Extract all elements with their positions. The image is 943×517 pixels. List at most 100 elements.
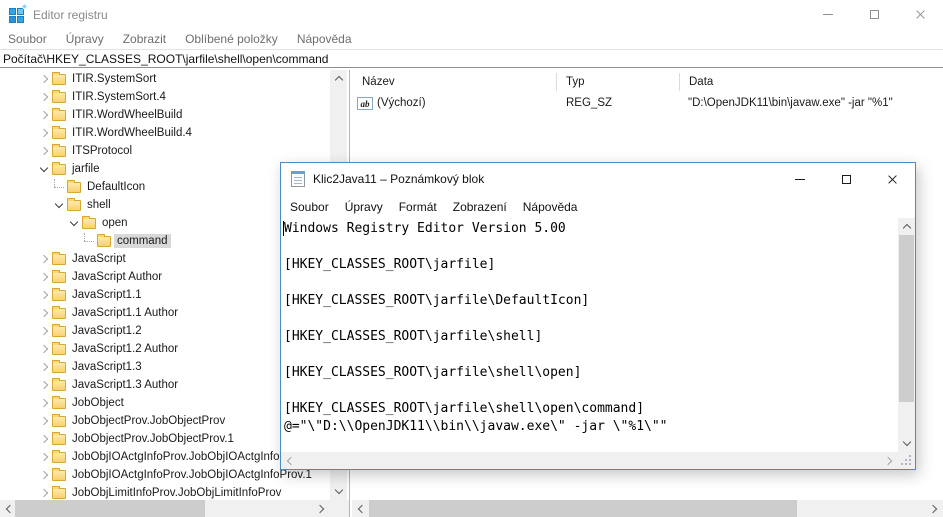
tree-item-label: JobObjIOActgInfoProv.JobObjIOActgInfoPro…	[72, 451, 304, 463]
chevron-collapsed-icon[interactable]	[36, 287, 52, 303]
chevron-collapsed-icon[interactable]	[36, 89, 52, 105]
tree-item-label: ITSProtocol	[72, 145, 133, 157]
menu-item[interactable]: Úpravy	[345, 200, 383, 214]
values-horizontal-scrollbar[interactable]	[352, 500, 943, 517]
tree-item[interactable]: ITIR.WordWheelBuild.4	[0, 124, 330, 142]
chevron-collapsed-icon[interactable]	[36, 359, 52, 375]
regedit-window-controls	[805, 0, 943, 29]
menu-item[interactable]: Formát	[399, 200, 437, 214]
folder-icon	[52, 467, 66, 481]
scrollbar-thumb[interactable]	[899, 235, 914, 402]
scrollbar-corner	[330, 500, 349, 517]
scrollbar-thumb[interactable]	[15, 500, 205, 517]
folder-icon	[52, 485, 66, 499]
column-header-data[interactable]: Data	[679, 70, 943, 94]
scrollbar-thumb[interactable]	[369, 500, 797, 517]
folder-icon	[52, 305, 66, 319]
tree-item-label: JavaScript1.2	[72, 325, 142, 337]
tree-item-label: open	[102, 217, 128, 229]
tree-item[interactable]: JobObjLimitInfoProv.JobObjLimitInfoProv	[0, 484, 330, 500]
folder-icon	[52, 449, 66, 463]
column-header-name[interactable]: Název	[352, 70, 556, 94]
chevron-expanded-icon[interactable]	[51, 197, 67, 213]
registry-value-row[interactable]: ab (Výchozí) REG_SZ "D:\OpenJDK11\bin\ja…	[352, 96, 943, 114]
tree-item-label: JobObjLimitInfoProv.JobObjLimitInfoProv	[72, 487, 282, 499]
scroll-up-icon[interactable]	[898, 218, 915, 235]
tree-item[interactable]: ITSProtocol	[0, 142, 330, 160]
chevron-collapsed-icon[interactable]	[36, 341, 52, 357]
menu-item[interactable]: Soubor	[290, 200, 329, 214]
chevron-collapsed-icon[interactable]	[36, 431, 52, 447]
text-caret	[283, 221, 284, 236]
tree-horizontal-scrollbar[interactable]	[0, 500, 330, 517]
chevron-collapsed-icon[interactable]	[36, 143, 52, 159]
chevron-expanded-icon[interactable]	[66, 215, 82, 231]
folder-icon	[52, 359, 66, 373]
chevron-collapsed-icon[interactable]	[36, 449, 52, 465]
notepad-vertical-scrollbar[interactable]	[898, 218, 915, 452]
notepad-window: Klic2Java11 – Poznámkový blok Soubor Úpra…	[280, 162, 916, 470]
maximize-icon[interactable]	[851, 0, 897, 29]
folder-icon	[67, 179, 81, 193]
chevron-collapsed-icon[interactable]	[36, 107, 52, 123]
menu-item[interactable]: Zobrazit	[123, 32, 166, 46]
folder-icon	[52, 287, 66, 301]
menu-item[interactable]: Nápověda	[523, 200, 578, 214]
scroll-left-icon[interactable]	[352, 500, 369, 517]
menu-item[interactable]: Oblíbené položky	[185, 32, 278, 46]
scroll-right-icon[interactable]	[881, 452, 898, 469]
menu-item[interactable]: Soubor	[8, 32, 47, 46]
menu-item[interactable]: Úpravy	[66, 32, 104, 46]
minimize-icon[interactable]	[777, 163, 823, 195]
scroll-left-icon[interactable]	[281, 452, 298, 469]
tree-item-label: JavaScript1.1	[72, 289, 142, 301]
registry-address-bar[interactable]: Počítač\HKEY_CLASSES_ROOT\jarfile\shell\…	[0, 49, 943, 68]
tree-item-label: ITIR.SystemSort	[72, 73, 157, 85]
chevron-collapsed-icon[interactable]	[36, 377, 52, 393]
menu-item[interactable]: Zobrazení	[453, 200, 507, 214]
notepad-text-area[interactable]: Windows Registry Editor Version 5.00 [HK…	[281, 218, 898, 452]
folder-icon	[97, 233, 111, 247]
chevron-collapsed-icon[interactable]	[36, 71, 52, 87]
chevron-collapsed-icon[interactable]	[36, 467, 52, 483]
close-icon[interactable]	[869, 163, 915, 195]
scroll-down-icon[interactable]	[330, 483, 347, 500]
tree-item[interactable]: ITIR.SystemSort.4	[0, 88, 330, 106]
chevron-collapsed-icon[interactable]	[36, 485, 52, 500]
tree-item[interactable]: ITIR.SystemSort	[0, 70, 330, 88]
scroll-up-icon[interactable]	[330, 70, 347, 87]
menu-item[interactable]: Nápověda	[297, 32, 352, 46]
folder-icon	[52, 341, 66, 355]
chevron-collapsed-icon[interactable]	[36, 413, 52, 429]
folder-icon	[52, 125, 66, 139]
scroll-right-icon[interactable]	[926, 500, 943, 517]
notepad-content: Windows Registry Editor Version 5.00 [HK…	[284, 221, 668, 434]
scroll-right-icon[interactable]	[313, 500, 330, 517]
column-separator[interactable]	[679, 73, 680, 91]
notepad-window-controls	[777, 163, 915, 195]
column-separator[interactable]	[556, 73, 557, 91]
scroll-down-icon[interactable]	[898, 435, 915, 452]
chevron-collapsed-icon[interactable]	[36, 305, 52, 321]
resize-grip[interactable]	[898, 452, 915, 469]
value-data: "D:\OpenJDK11\bin\javaw.exe" -jar "%1"	[688, 97, 893, 109]
folder-icon	[52, 71, 66, 85]
reg-sz-string-icon: ab	[357, 97, 373, 110]
tree-item[interactable]: ITIR.WordWheelBuild	[0, 106, 330, 124]
notepad-titlebar[interactable]: Klic2Java11 – Poznámkový blok	[281, 163, 915, 195]
chevron-expanded-icon[interactable]	[36, 161, 52, 177]
folder-icon	[82, 215, 96, 229]
folder-icon	[52, 161, 66, 175]
chevron-collapsed-icon[interactable]	[36, 125, 52, 141]
minimize-icon[interactable]	[805, 0, 851, 29]
chevron-collapsed-icon[interactable]	[36, 323, 52, 339]
maximize-icon[interactable]	[823, 163, 869, 195]
chevron-collapsed-icon[interactable]	[36, 251, 52, 267]
column-header-data-label: Data	[689, 76, 714, 88]
tree-item-label: shell	[87, 199, 111, 211]
chevron-collapsed-icon[interactable]	[36, 395, 52, 411]
close-icon[interactable]	[897, 0, 943, 29]
notepad-horizontal-scrollbar[interactable]	[281, 452, 898, 469]
chevron-collapsed-icon[interactable]	[36, 269, 52, 285]
column-header-type[interactable]: Typ	[556, 70, 679, 94]
